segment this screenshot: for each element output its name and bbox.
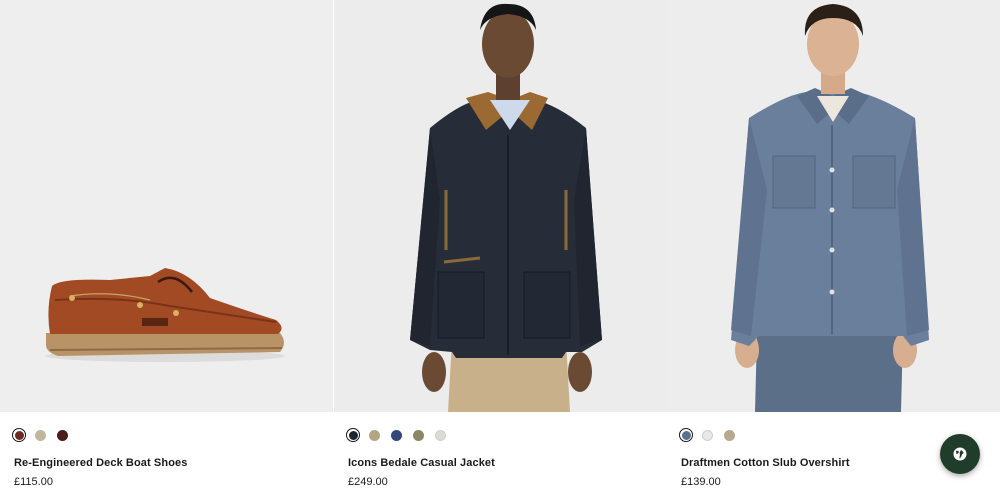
product-name[interactable]: Icons Bedale Casual Jacket: [348, 457, 495, 469]
color-swatch[interactable]: [12, 428, 26, 442]
color-swatch[interactable]: [391, 429, 402, 441]
color-swatch[interactable]: [702, 429, 713, 441]
color-swatch[interactable]: [346, 428, 360, 442]
navy-jacket-photo: [334, 0, 667, 412]
product-card[interactable]: Icons Bedale Casual Jacket £249.00: [334, 0, 667, 491]
product-card[interactable]: Draftmen Cotton Slub Overshirt £139.00: [667, 0, 1000, 491]
globe-icon: [953, 447, 967, 461]
color-swatch[interactable]: [724, 429, 735, 441]
product-name[interactable]: Re-Engineered Deck Boat Shoes: [14, 457, 187, 469]
product-price: £249.00: [348, 476, 388, 488]
color-swatches: [12, 428, 79, 442]
color-swatches: [346, 428, 457, 442]
product-price: £115.00: [14, 476, 53, 488]
product-grid: Re-Engineered Deck Boat Shoes £115.00 Ic…: [0, 0, 1000, 491]
boat-shoe-photo: [0, 0, 333, 412]
product-image[interactable]: [0, 0, 333, 412]
product-image[interactable]: [667, 0, 1000, 412]
product-image[interactable]: [334, 0, 667, 412]
blue-overshirt-photo: [667, 0, 1000, 412]
product-card[interactable]: Re-Engineered Deck Boat Shoes £115.00: [0, 0, 333, 491]
color-swatch[interactable]: [679, 428, 693, 442]
color-swatch[interactable]: [57, 429, 68, 441]
color-swatch[interactable]: [369, 429, 380, 441]
color-swatches: [679, 428, 746, 442]
color-swatch[interactable]: [35, 429, 46, 441]
product-price: £139.00: [681, 476, 721, 488]
product-name[interactable]: Draftmen Cotton Slub Overshirt: [681, 457, 850, 469]
region-selector-button[interactable]: [940, 434, 980, 474]
color-swatch[interactable]: [413, 429, 424, 441]
color-swatch[interactable]: [435, 429, 446, 441]
